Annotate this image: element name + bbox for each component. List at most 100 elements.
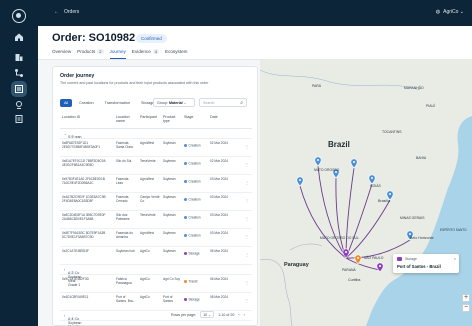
stage-label: Storage <box>188 251 200 256</box>
stage-badge: Transf. <box>184 279 199 284</box>
group-label: › Agri Co Soybean Meal Grade 12 <box>64 268 82 287</box>
prev-page-button[interactable]: ‹ <box>238 313 239 317</box>
table-row[interactable]: 0x4D1C8F0A9E11 Port of Santos, Bra... Agri… <box>60 293 252 311</box>
search-input[interactable]: Search ⌕ <box>199 98 247 107</box>
rows-per-page-label: Rows per page: <box>171 312 197 317</box>
table-row[interactable]: 0x4A7B2C9E0F 1D3E5A7C9B 2F4D6E8A0C1B3D5F… <box>60 193 252 211</box>
group-row-soybean[interactable]: ⌄ Soybean9 <box>60 129 252 139</box>
map-label-maranhao: MARANHÃO <box>404 86 424 90</box>
rows-per-page-select[interactable]: 10 ⌄ <box>200 311 215 318</box>
app-logo[interactable] <box>12 9 26 23</box>
col-product-type[interactable]: Product type <box>163 115 177 124</box>
tab-count: 4 <box>152 49 160 54</box>
tab-products[interactable]: Products 2 <box>77 48 104 59</box>
zoom-out-button[interactable]: − <box>462 304 470 312</box>
country-paraguay: Paraguay <box>284 262 309 268</box>
filter-all[interactable]: All <box>60 98 73 107</box>
stage-label: Transf. <box>188 279 199 284</box>
tab-label: Evidence <box>131 49 151 54</box>
map-label-brasilia: Brasília <box>378 199 390 203</box>
row-menu-icon[interactable]: ⋮ <box>245 234 249 239</box>
cell-location-id: 0x4A7B2C9E0F 1D3E5A7C9B 2F4D6E8A0C1B3D5F <box>62 195 106 203</box>
col-stage[interactable]: Stage <box>184 115 193 119</box>
table-header: Location ID Location name Participant Pr… <box>60 113 252 127</box>
map-label-belo-horizonte: Belo Horizonte <box>410 236 434 240</box>
stage-label: Creation <box>188 233 201 238</box>
cell-location-id: 0x2C1A7E4B9D3F <box>62 249 89 253</box>
back-link[interactable]: ← Orders <box>54 9 79 15</box>
tab-evidence[interactable]: Evidence 4 <box>131 48 160 59</box>
table-row[interactable]: 0x2C1A7E4B9D3F Soybean hub AgriCo Soybean 05… <box>60 247 252 265</box>
cell-product-type: Soybean <box>163 141 176 145</box>
cell-participant: AgroWest <box>140 231 154 235</box>
stage-badge: Creation <box>184 179 201 184</box>
close-icon[interactable]: × <box>454 256 456 261</box>
cell-location-name: Silo do Sul <box>116 159 132 163</box>
home-icon[interactable] <box>14 32 24 42</box>
col-participant[interactable]: Participant <box>140 115 157 119</box>
col-date[interactable]: Date <box>210 115 218 119</box>
row-menu-icon[interactable]: ⋮ <box>245 280 249 285</box>
buildings-icon[interactable] <box>14 52 24 62</box>
stage-badge: Creation <box>184 161 201 166</box>
group-count: 4 <box>70 317 75 321</box>
user-menu[interactable]: ◍ AgriCo ⌄ <box>436 9 464 15</box>
group-rows: 0x8FA87E92F1D1 2E6D7703B8F4B9E3A0F1 Fazen… <box>60 139 252 265</box>
chevron-down-icon: ⌄ <box>183 100 187 105</box>
stage-badge: Storage <box>184 251 200 256</box>
cell-participant: AgroWest <box>140 141 154 145</box>
row-menu-icon[interactable]: ⋮ <box>245 144 249 149</box>
tab-label: Overview <box>52 49 72 54</box>
globe-icon: ◍ <box>435 9 441 15</box>
table-row[interactable]: 0x9C1A7E4B2F3D Fabrica Paranagua AgriCo Agr… <box>60 275 252 293</box>
table-row[interactable]: 0x97B3F4E1A0 2F5C8E0D1B 7A3C9E4F2D0B6A1C… <box>60 175 252 193</box>
pin-dot <box>389 193 391 195</box>
journey-map[interactable]: PARÁ MARANHÃO PIAUÍ TOCANTINS Brazil BAH… <box>260 60 472 326</box>
tab-journey[interactable]: Journey <box>109 48 126 59</box>
table-row[interactable]: 0x8C2D4E6F1A 3B5C7D9E0F 2A4B6C8D0E1F3A5B… <box>60 211 252 229</box>
cell-date: 03 Mar 2024 <box>210 177 228 181</box>
status-badge: Confirmed <box>136 34 167 43</box>
row-menu-icon[interactable]: ⋮ <box>245 252 249 257</box>
stage-dot-icon <box>184 234 187 237</box>
stage-dot-icon <box>184 298 187 301</box>
next-page-button[interactable]: › <box>244 313 245 317</box>
table-row[interactable]: 0x81A7EF0C1D 7B8F3D5C9A 4E0D2F6B1A3C9E8D… <box>60 157 252 175</box>
tab-ecosystem[interactable]: Ecosystem <box>165 48 187 59</box>
cell-participant: AgriCo <box>140 249 150 253</box>
evidence-icon[interactable] <box>14 100 24 110</box>
cell-date: 02 Mar 2024 <box>210 141 228 145</box>
filter-transformation[interactable]: Transformation <box>101 99 134 107</box>
cell-product-type: Soybean <box>163 231 176 235</box>
tooltip-stage: Storage <box>405 257 417 261</box>
tab-label: Journey <box>109 49 126 54</box>
top-bar: ← Orders ◍ AgriCo ⌄ <box>38 0 472 26</box>
map-label-para: PARÁ <box>312 84 321 88</box>
table-row[interactable]: 0x8FA87E92F1D1 2E6D7703B8F4B9E3A0F1 Fazen… <box>60 139 252 157</box>
group-row-meal-grade1[interactable]: › Agri Co Soybean Meal Grade 12 <box>60 265 252 287</box>
col-location-id[interactable]: Location ID <box>62 115 80 119</box>
map-label-curitiba: Curitiba <box>348 278 361 282</box>
tab-bar: Overview Products 2 Journey Evidence 4 Eco… <box>52 48 187 59</box>
row-menu-icon[interactable]: ⋮ <box>245 216 249 221</box>
orders-icon[interactable] <box>11 81 27 97</box>
group-by-select[interactable]: Group: Material ⌄ <box>153 98 195 107</box>
search-placeholder: Search <box>203 100 215 105</box>
row-menu-icon[interactable]: ⋮ <box>245 298 249 303</box>
zoom-in-button[interactable]: + <box>462 294 470 302</box>
tab-overview[interactable]: Overview <box>52 48 71 59</box>
row-menu-icon[interactable]: ⋮ <box>245 180 249 185</box>
row-menu-icon[interactable]: ⋮ <box>245 198 249 203</box>
page-header: Order: SO10982 Confirmed Overview Produc… <box>38 26 472 60</box>
filter-creation[interactable]: Creation <box>75 99 97 107</box>
stage-badge: Creation <box>184 233 201 238</box>
journey-subtitle: The current and past locations for produ… <box>60 81 209 85</box>
table-row[interactable]: 0x5E7F9A1B3C 5D7E9F1A3B 5C7D9E1F3A5B7C9D… <box>60 229 252 247</box>
row-menu-icon[interactable]: ⋮ <box>245 162 249 167</box>
stage-dot-icon <box>184 144 187 147</box>
route-icon[interactable] <box>14 68 24 78</box>
document-icon[interactable] <box>14 114 24 124</box>
storage-icon <box>397 257 402 261</box>
stage-label: Creation <box>188 161 201 166</box>
col-location-name[interactable]: Location name <box>116 115 134 124</box>
